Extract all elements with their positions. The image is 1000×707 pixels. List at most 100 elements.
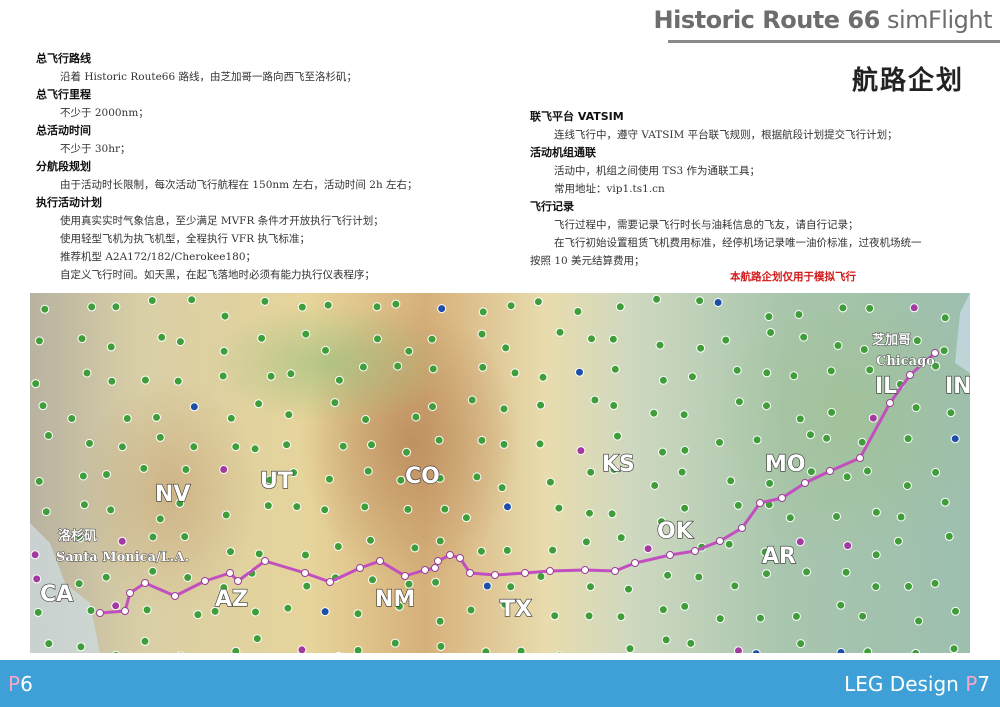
- airport-marker: [842, 472, 852, 482]
- airport-marker: [427, 334, 437, 344]
- airport-marker: [865, 365, 875, 375]
- airport-marker: [431, 577, 441, 587]
- airport-marker: [117, 536, 127, 546]
- route-waypoint: [778, 494, 786, 502]
- city-label-chicago-cn: 芝加哥: [872, 332, 911, 348]
- airport-marker: [34, 336, 44, 346]
- airport-marker: [477, 329, 487, 339]
- state-label-ut: UT: [260, 469, 293, 494]
- airport-marker: [832, 512, 841, 521]
- header-rule: [668, 40, 1000, 43]
- airport-marker: [730, 581, 740, 591]
- airport-marker: [193, 610, 203, 620]
- airport-marker: [652, 294, 662, 304]
- airport-marker: [607, 509, 617, 519]
- airport-marker: [436, 641, 446, 651]
- airport-marker: [360, 502, 370, 512]
- section-line: 由于活动时长限制，每次活动飞行航程在 150nm 左右，活动时间 2h 左右；: [60, 179, 418, 191]
- airport-marker: [254, 399, 264, 409]
- city-label-la-cn: 洛杉矶: [58, 528, 97, 544]
- airport-marker: [257, 333, 267, 343]
- airport-marker: [440, 504, 450, 514]
- airport-marker: [85, 438, 94, 448]
- route-waypoint: [141, 579, 149, 587]
- airport-marker: [30, 550, 40, 560]
- route-waypoint: [376, 557, 384, 565]
- airport-marker: [625, 644, 635, 653]
- section-heading: 总飞行路线: [36, 52, 91, 65]
- section-heading: 飞行记录: [530, 200, 574, 213]
- section-line: 不少于 2000nm；: [60, 107, 149, 119]
- airport-marker: [616, 612, 626, 622]
- airport-marker: [363, 466, 373, 476]
- route-waypoint: [886, 399, 894, 407]
- airport-marker: [219, 465, 229, 474]
- airport-marker: [437, 304, 447, 314]
- airport-marker: [323, 300, 333, 310]
- airport-marker: [38, 401, 48, 411]
- airport-marker: [183, 573, 193, 582]
- section-line: 自定义飞行时间。如天黑，在起飞落地时必须有能力执行仪表程序；: [60, 269, 375, 281]
- route-waypoint: [801, 479, 809, 487]
- airport-marker: [147, 296, 157, 305]
- airport-marker: [366, 535, 375, 545]
- airport-marker: [680, 601, 690, 611]
- airport-marker: [181, 465, 191, 474]
- airport-marker: [677, 467, 687, 477]
- airport-marker: [535, 439, 545, 449]
- route-waypoint: [261, 557, 269, 565]
- airport-marker: [863, 466, 872, 476]
- airport-marker: [140, 375, 150, 385]
- airport-marker: [106, 505, 116, 515]
- footer-label: LEG Design: [844, 672, 959, 696]
- state-label-ca: CA: [40, 582, 73, 607]
- route-waypoint: [401, 572, 409, 580]
- airport-marker: [538, 372, 548, 382]
- airport-marker: [643, 544, 653, 554]
- airport-marker: [286, 369, 296, 379]
- state-label-mo: MO: [765, 452, 806, 477]
- airport-marker: [34, 476, 44, 486]
- page-number: 7: [977, 672, 990, 696]
- airport-marker: [499, 404, 509, 414]
- airport-marker: [435, 616, 445, 626]
- airport-marker: [506, 301, 516, 311]
- airport-marker: [586, 582, 595, 592]
- airport-marker: [713, 298, 723, 307]
- airport-marker: [373, 334, 382, 344]
- route-waypoint: [856, 454, 864, 462]
- airport-marker: [111, 302, 121, 312]
- airport-marker: [86, 606, 96, 615]
- airport-marker: [353, 609, 363, 619]
- route-waypoint: [326, 578, 334, 586]
- header-title-light: simFlight: [886, 6, 993, 34]
- airport-marker: [506, 582, 516, 592]
- airport-marker: [361, 415, 371, 424]
- route-waypoint: [234, 577, 242, 585]
- airport-marker: [795, 537, 805, 547]
- airport-marker: [912, 336, 922, 346]
- airport-marker: [545, 477, 555, 487]
- airport-marker: [101, 572, 111, 582]
- airport-marker: [732, 365, 742, 375]
- route-waypoint: [434, 557, 442, 565]
- airport-marker: [833, 341, 843, 350]
- airport-marker: [762, 569, 771, 579]
- airport-marker: [477, 435, 487, 445]
- airport-marker: [148, 566, 158, 576]
- section-line: 使用真实实时气象信息，至少满足 MVFR 条件才开放执行飞行计划；: [60, 215, 384, 227]
- airport-marker: [576, 446, 586, 456]
- airport-marker: [297, 302, 307, 312]
- airport-marker: [358, 362, 368, 372]
- airport-marker: [836, 600, 846, 610]
- state-label-il: IL: [875, 374, 897, 399]
- airport-marker: [550, 611, 560, 621]
- airport-marker: [826, 366, 836, 376]
- route-waypoint: [171, 592, 179, 600]
- state-label-co: CO: [405, 464, 440, 489]
- airport-marker: [649, 408, 659, 418]
- airport-marker: [715, 437, 724, 447]
- airport-marker: [510, 368, 520, 378]
- airport-marker: [951, 606, 960, 616]
- route-waypoint: [201, 577, 209, 585]
